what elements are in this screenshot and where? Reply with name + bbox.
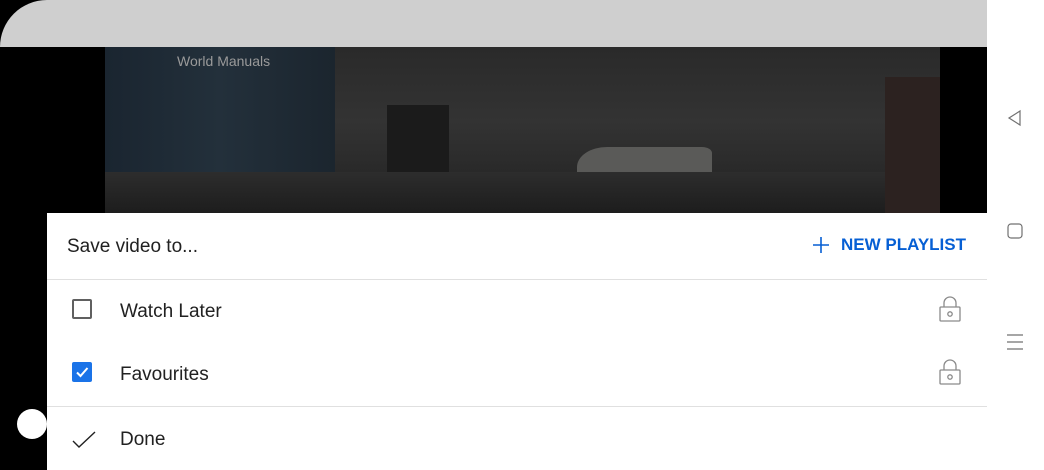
done-label: Done — [120, 429, 166, 450]
video-player[interactable]: World Manuals — [47, 47, 987, 213]
save-to-playlist-sheet: Save video to... NEW PLAYLIST Watch Late… — [47, 213, 987, 470]
checkmark-icon — [72, 430, 96, 450]
camera-cutout — [17, 409, 47, 439]
home-square-icon[interactable] — [1005, 221, 1025, 241]
playlist-label: Watch Later — [120, 301, 222, 322]
video-scene-ground — [105, 172, 940, 213]
checkbox-favourites[interactable] — [72, 362, 92, 382]
status-bar — [0, 0, 987, 47]
lock-icon — [938, 296, 962, 322]
sheet-title: Save video to... — [67, 236, 198, 257]
screen: World Manuals Save video to... NEW PLAYL… — [0, 0, 1044, 470]
sheet-header: Save video to... NEW PLAYLIST — [47, 213, 987, 280]
plus-icon — [812, 236, 830, 254]
device-bezel — [0, 0, 47, 470]
playlist-item-favourites[interactable]: Favourites — [47, 343, 987, 406]
done-button[interactable]: Done — [47, 406, 987, 470]
channel-watermark: World Manuals — [177, 53, 271, 69]
video-frame: World Manuals — [105, 47, 940, 213]
playlist-label: Favourites — [120, 364, 209, 385]
navigation-bar — [987, 0, 1044, 470]
back-triangle-icon[interactable] — [1005, 108, 1025, 128]
video-scene-building — [885, 77, 940, 213]
new-playlist-label: NEW PLAYLIST — [841, 235, 966, 254]
new-playlist-button[interactable]: NEW PLAYLIST — [812, 235, 966, 255]
checkbox-watch-later[interactable] — [72, 299, 92, 319]
playlist-item-watch-later[interactable]: Watch Later — [47, 280, 987, 343]
menu-lines-icon[interactable] — [1005, 332, 1025, 352]
lock-icon — [938, 359, 962, 385]
